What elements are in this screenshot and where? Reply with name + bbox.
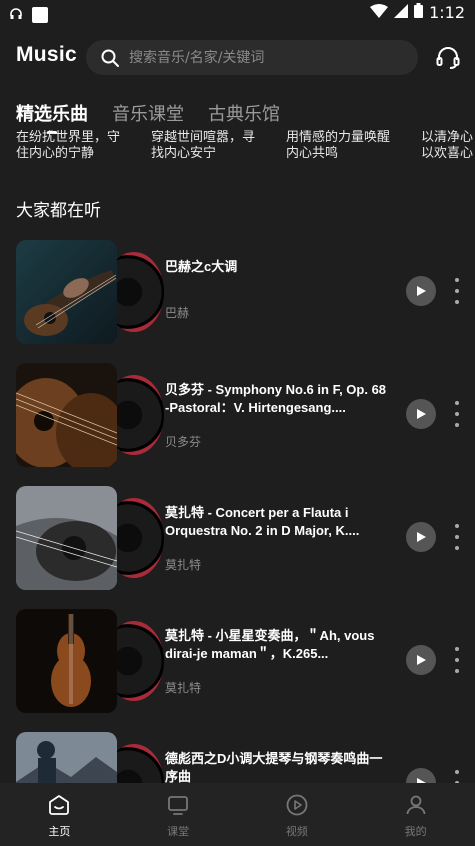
signal-icon <box>394 3 409 22</box>
customer-service-icon[interactable] <box>436 46 460 74</box>
clock-text: 1:12 <box>429 3 465 22</box>
album-cover <box>16 240 117 344</box>
album-cover <box>16 486 117 590</box>
song-artist: 莫扎特 <box>165 558 202 572</box>
slogan-line: 在纷扰世界里，守 <box>16 130 121 145</box>
app-logo-text: Music <box>16 43 78 66</box>
album-cover <box>16 363 117 467</box>
play-button[interactable] <box>406 522 436 552</box>
app-header: Music <box>0 40 475 76</box>
search-bar[interactable] <box>86 40 418 75</box>
tv-icon <box>168 796 189 815</box>
album-cover <box>16 609 117 713</box>
song-artwork <box>16 609 164 713</box>
nav-label: 视频 <box>285 825 308 838</box>
slogan-card[interactable]: 在纷扰世界里，守 住内心的宁静 <box>16 130 131 162</box>
song-artwork <box>16 240 164 344</box>
song-title: 莫扎特 - 小星星变奏曲，＂Ah, vous dirai-je maman＂，K… <box>165 628 375 661</box>
song-artist: 莫扎特 <box>165 681 202 695</box>
song-title: 贝多芬 - Symphony No.6 in F, Op. 68 -Pastor… <box>165 382 387 415</box>
play-button[interactable] <box>406 276 436 306</box>
play-button[interactable] <box>406 645 436 675</box>
nav-class[interactable]: 课堂 <box>119 783 238 846</box>
play-button[interactable] <box>406 399 436 429</box>
more-options-icon[interactable] <box>450 401 464 427</box>
category-tabs: 精选乐曲 音乐课堂 古典乐馆 <box>16 100 280 134</box>
song-artwork <box>16 486 164 590</box>
song-row[interactable]: 莫扎特 - Concert per a Flauta i Orquestra N… <box>0 486 475 590</box>
tab-classical-hall[interactable]: 古典乐馆 <box>208 100 280 134</box>
slogan-card[interactable]: 以清净心 以欢喜心 <box>421 130 475 162</box>
song-row[interactable]: 贝多芬 - Symphony No.6 in F, Op. 68 -Pastor… <box>0 363 475 467</box>
battery-icon <box>414 3 424 22</box>
nav-label: 课堂 <box>167 825 190 838</box>
song-artist: 贝多芬 <box>165 435 202 449</box>
tab-music-class[interactable]: 音乐课堂 <box>112 100 184 134</box>
search-input[interactable] <box>127 48 391 67</box>
play-icon <box>417 655 426 665</box>
more-options-icon[interactable] <box>450 524 464 550</box>
more-options-icon[interactable] <box>450 278 464 304</box>
search-icon <box>101 49 119 67</box>
song-artist: 巴赫 <box>165 306 190 320</box>
bottom-navigation: 主页 课堂 视频 我的 <box>0 783 475 846</box>
profile-icon <box>406 795 426 815</box>
slogan-line: 内心共鸣 <box>286 146 339 161</box>
slogan-line: 以清净心 <box>421 130 474 145</box>
slogan-strip: 在纷扰世界里，守 住内心的宁静 穿越世间喧嚣，寻 找内心安宁 用情感的力量唤醒 … <box>0 130 475 166</box>
song-row[interactable]: 巴赫之c大调 巴赫 <box>0 240 475 344</box>
play-icon <box>417 409 426 419</box>
song-row[interactable]: 莫扎特 - 小星星变奏曲，＂Ah, vous dirai-je maman＂，K… <box>0 609 475 713</box>
nav-profile[interactable]: 我的 <box>356 783 475 846</box>
more-options-icon[interactable] <box>450 647 464 673</box>
slogan-line: 住内心的宁静 <box>16 146 95 161</box>
song-title: 德彪西之D小调大提琴与钢琴奏鸣曲一序曲 <box>165 751 383 784</box>
slogan-line: 找内心安宁 <box>151 146 217 161</box>
home-icon <box>49 795 70 815</box>
slogan-card[interactable]: 用情感的力量唤醒 内心共鸣 <box>286 130 401 162</box>
slogan-line: 以欢喜心 <box>421 146 474 161</box>
nav-home[interactable]: 主页 <box>0 783 119 846</box>
status-bar: 1:12 <box>0 0 475 28</box>
play-icon <box>417 532 426 542</box>
nav-label: 我的 <box>404 825 427 838</box>
song-title: 巴赫之c大调 <box>165 259 238 274</box>
slogan-line: 用情感的力量唤醒 <box>286 130 391 145</box>
nav-video[interactable]: 视频 <box>238 783 357 846</box>
slogan-line: 穿越世间喧嚣，寻 <box>151 130 256 145</box>
notification-icon <box>32 6 48 23</box>
slogan-card[interactable]: 穿越世间喧嚣，寻 找内心安宁 <box>151 130 266 162</box>
headphones-status-icon <box>10 5 22 24</box>
song-title: 莫扎特 - Concert per a Flauta i Orquestra N… <box>165 505 360 538</box>
section-title: 大家都在听 <box>16 201 101 221</box>
video-play-icon <box>286 794 308 816</box>
song-artwork <box>16 363 164 467</box>
nav-label: 主页 <box>48 825 71 838</box>
tab-featured[interactable]: 精选乐曲 <box>16 100 88 134</box>
play-icon <box>417 286 426 296</box>
wifi-icon <box>370 3 389 22</box>
